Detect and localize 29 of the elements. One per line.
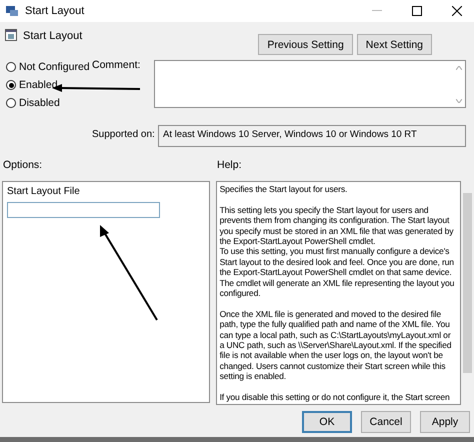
minimize-icon xyxy=(372,10,382,12)
policy-icon xyxy=(5,29,17,41)
dialog-button[interactable]: Apply xyxy=(420,411,470,433)
nav-button[interactable]: Next Setting xyxy=(356,34,432,55)
dialog-button[interactable]: Cancel xyxy=(361,411,411,433)
help-paragraph: To use this setting, you must first manually configure a device's Start layout to the desired look and feel. Once you are done, run the Export-StartLayout PowerShell cmdlet on that same device. The cmdlet will generate an XML file representing the layout you configured. xyxy=(220,246,456,298)
setting-title: Start Layout xyxy=(23,30,84,42)
help-label: Help: xyxy=(217,159,242,173)
radio-option[interactable]: Not Configured xyxy=(6,61,92,73)
help-paragraph: Specifies the Start layout for users. xyxy=(220,184,348,194)
supported-on-label: Supported on: xyxy=(92,128,156,142)
app-icon xyxy=(5,5,19,17)
comment-label: Comment: xyxy=(92,59,142,71)
options-label: Options: xyxy=(3,159,42,171)
input-field[interactable] xyxy=(7,202,160,218)
radio-option[interactable]: Disabled xyxy=(6,97,92,109)
help-paragraph: If you disable this setting or do not configure it, the Start screen xyxy=(220,392,451,402)
maximize-icon xyxy=(412,6,422,16)
nav-button[interactable]: Previous Setting xyxy=(258,34,353,55)
dialog-button[interactable]: OK xyxy=(302,411,352,433)
comment-field[interactable] xyxy=(154,60,466,108)
supported-on-field: At least Windows 10 Server, Windows 10 or Windows 10 RT xyxy=(158,125,466,147)
close-icon xyxy=(452,6,462,16)
help-paragraph: This setting lets you specify the Start layout for users and prevents them from changing its configuration. The Start layout you specify must be stored in an XML file that was generated by the Export-StartLayout PowerShell cmdlet. xyxy=(220,204,454,246)
scroll-up-icon xyxy=(456,66,462,70)
scroll-down-icon xyxy=(456,99,462,103)
help-paragraph: Once the XML file is generated and moved to the desired file path, type the fully qualified path and name of the XML file. You can type a local path, such as C:\StartLayouts\myLayout.xml or a UNC path, such as \\Server\Share\Layout.xml. If the specified file is not available when the user logs on, the layout won't be changed. Users cannot customize their Start screen while this setting is enabled. xyxy=(220,308,452,382)
window-title: Start Layout xyxy=(25,5,86,17)
field-label: Start Layout File xyxy=(7,186,81,197)
